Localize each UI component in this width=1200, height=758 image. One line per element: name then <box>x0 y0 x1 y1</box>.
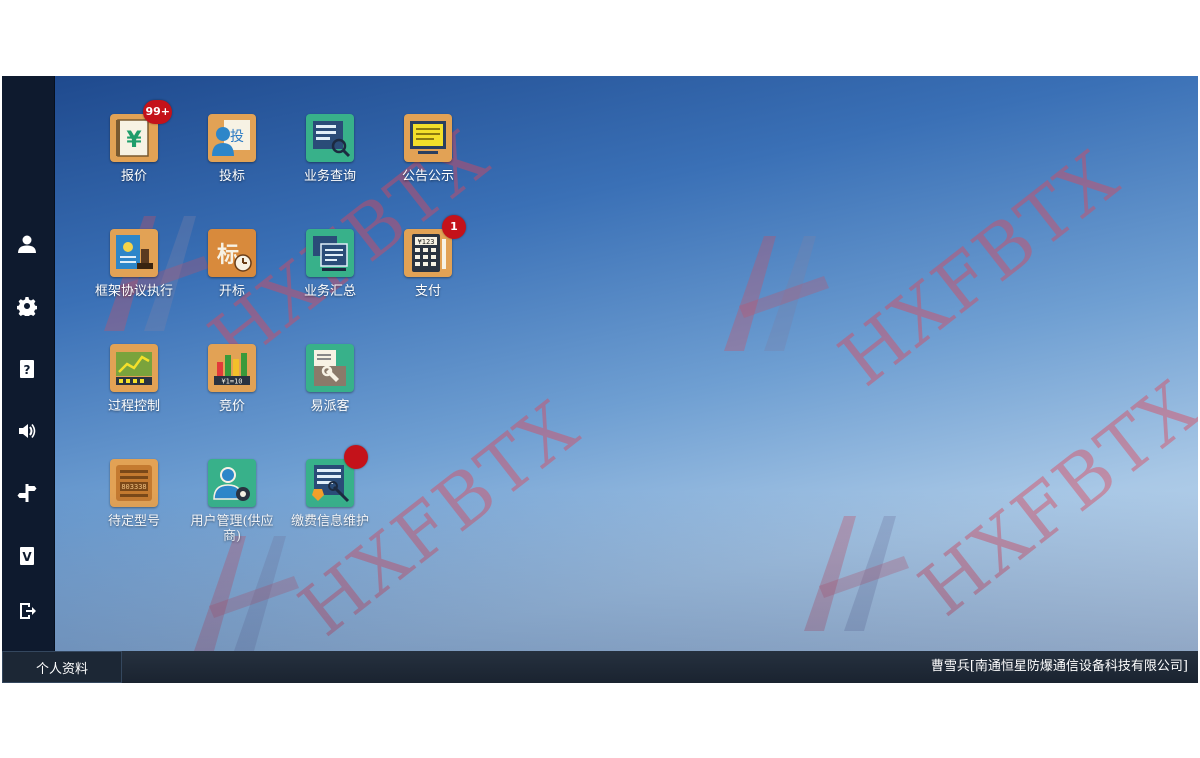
process-chart-icon <box>116 352 152 385</box>
calculator-icon: ¥123 <box>412 234 446 272</box>
open-bid-clock-icon: 标 <box>217 242 252 272</box>
bid-user-icon: 投 <box>212 120 250 156</box>
app-label: 投标 <box>218 169 245 184</box>
auction-bars-icon: ¥1=10 <box>214 353 250 386</box>
app-kuangjia[interactable]: 框架协议执行 <box>88 229 180 299</box>
app-label: 缴费信息维护 <box>290 514 369 529</box>
svg-text:803338: 803338 <box>121 483 146 491</box>
summary-docs-icon <box>313 236 348 271</box>
sidebar-help-button[interactable]: ? <box>12 354 42 384</box>
app-tile <box>306 229 354 277</box>
watermark-text: HXFBTX <box>904 363 1198 633</box>
desktop-frame: HXFBTX HXFBTX HXFBTX HXFBTX ¥ 99+ 报价 投 投… <box>2 76 1198 683</box>
app-zhifu[interactable]: ¥123 1 支付 <box>382 215 474 299</box>
svg-text:投: 投 <box>230 129 244 145</box>
current-user-label: 曹雪兵[南通恒星防爆通信设备科技有限公司] <box>930 659 1188 674</box>
app-tile <box>110 229 158 277</box>
app-label: 公告公示 <box>401 169 454 184</box>
notification-badge <box>344 445 368 469</box>
svg-text:¥: ¥ <box>126 128 142 153</box>
app-tile <box>306 445 368 507</box>
profile-button[interactable]: 个人资料 <box>2 651 122 683</box>
svg-text:¥123: ¥123 <box>418 238 435 246</box>
app-label: 易派客 <box>310 399 350 414</box>
notice-board-icon <box>410 121 446 154</box>
sidebar-settings-button[interactable] <box>12 291 42 321</box>
app-label: 框架协议执行 <box>94 284 173 299</box>
sidebar-user-button[interactable] <box>12 229 42 259</box>
app-label: 竞价 <box>218 399 245 414</box>
app-tile: 803338 <box>110 459 158 507</box>
app-label: 开标 <box>218 284 245 299</box>
app-yewu-huizong[interactable]: 业务汇总 <box>284 229 376 299</box>
app-tile: ¥123 1 <box>404 215 466 277</box>
app-label: 报价 <box>120 169 147 184</box>
app-label: 用户管理(供应商) <box>190 514 274 544</box>
app-jiaofei[interactable]: 缴费信息维护 <box>284 445 376 529</box>
app-label: 业务查询 <box>303 169 356 184</box>
watermark-text: HXFBTX <box>824 133 1135 403</box>
app-yipaike[interactable]: 易派客 <box>284 344 376 414</box>
app-tile <box>208 459 256 507</box>
pending-model-icon: 803338 <box>116 465 152 501</box>
app-tile <box>306 114 354 162</box>
svg-text:V: V <box>22 550 32 564</box>
signpost-icon <box>17 484 37 502</box>
app-label: 支付 <box>414 284 441 299</box>
app-yonghu[interactable]: 用户管理(供应商) <box>186 459 278 544</box>
app-guocheng[interactable]: 过程控制 <box>88 344 180 414</box>
app-kaibiao[interactable]: 标 开标 <box>186 229 278 299</box>
app-gonggao[interactable]: 公告公示 <box>382 114 474 184</box>
sidebar-signpost-button[interactable] <box>12 478 42 508</box>
watermark: HXFBTX <box>794 364 1198 640</box>
app-toubiao[interactable]: 投 投标 <box>186 114 278 184</box>
sidebar: ? V <box>2 76 55 651</box>
sidebar-verify-button[interactable]: V <box>12 541 42 571</box>
app-label: 业务汇总 <box>303 284 356 299</box>
watermark-logo-icon <box>804 516 909 631</box>
search-report-icon <box>313 121 351 158</box>
app-baojia[interactable]: ¥ 99+ 报价 <box>88 100 180 184</box>
gear-icon <box>17 297 37 316</box>
app-tile: ¥1=10 <box>208 344 256 392</box>
app-tile <box>306 344 354 392</box>
notification-badge: 99+ <box>143 100 172 124</box>
user-settings-icon <box>213 467 250 501</box>
sidebar-logout-button[interactable] <box>12 596 42 626</box>
desktop-area: HXFBTX HXFBTX HXFBTX HXFBTX ¥ 99+ 报价 投 投… <box>54 76 1198 651</box>
document-tool-icon <box>314 350 346 386</box>
app-label: 过程控制 <box>107 399 160 414</box>
app-tile: 投 <box>208 114 256 162</box>
payment-edit-icon <box>312 465 350 503</box>
watermark: HXFBTX <box>714 134 1134 402</box>
watermark-logo-icon <box>724 236 829 351</box>
taskbar: 个人资料 曹雪兵[南通恒星防爆通信设备科技有限公司] <box>2 651 1198 683</box>
app-jingjia[interactable]: ¥1=10 竞价 <box>186 344 278 414</box>
watermark: HXFBTX <box>184 384 594 651</box>
app-yewu-chaxun[interactable]: 业务查询 <box>284 114 376 184</box>
app-tile <box>404 114 452 162</box>
agreement-stamp-icon <box>116 235 153 269</box>
app-daiding[interactable]: 803338 待定型号 <box>88 459 180 529</box>
logout-icon <box>20 603 36 619</box>
watermark-text: HXFBTX <box>284 383 595 651</box>
check-doc-icon: V <box>20 547 34 565</box>
app-tile <box>110 344 158 392</box>
app-label: 待定型号 <box>107 514 160 529</box>
svg-text:¥1=10: ¥1=10 <box>221 378 242 386</box>
svg-text:?: ? <box>24 363 31 377</box>
speaker-icon <box>19 424 36 438</box>
watermark-logo-icon <box>194 536 299 651</box>
app-tile: ¥ 99+ <box>110 100 172 162</box>
help-book-icon: ? <box>20 360 34 378</box>
notification-badge: 1 <box>442 215 466 239</box>
user-icon <box>18 235 36 253</box>
app-tile: 标 <box>208 229 256 277</box>
sidebar-sound-button[interactable] <box>12 416 42 446</box>
